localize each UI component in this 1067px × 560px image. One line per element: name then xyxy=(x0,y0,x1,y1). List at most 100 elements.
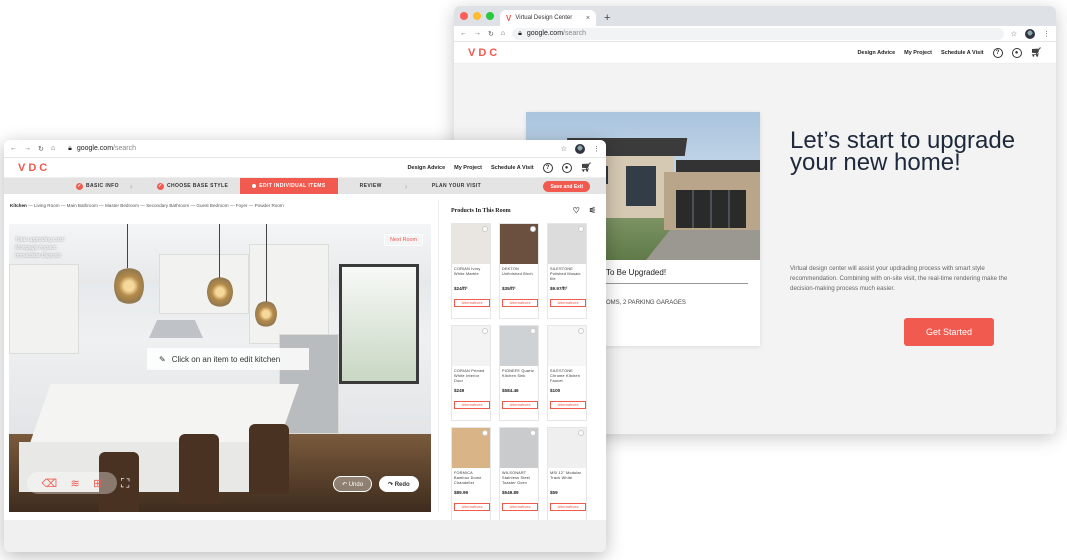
step-label: EDIT INDIVIDUAL ITEMS xyxy=(259,183,326,189)
product-price: $89.99 xyxy=(454,490,469,495)
brand-logo[interactable]: VDC xyxy=(468,47,500,59)
favorite-heart-icon[interactable] xyxy=(530,430,536,436)
product-card[interactable]: CORIAN Ivory White Marble $24/ft² Alternat… xyxy=(451,223,491,319)
window-footer xyxy=(4,520,606,552)
home-icon[interactable]: ⌂ xyxy=(501,30,505,37)
user-icon[interactable]: ● xyxy=(561,162,572,173)
back-arrow-icon[interactable]: ← xyxy=(460,30,467,37)
reload-icon[interactable]: ↻ xyxy=(488,30,494,38)
product-card[interactable]: SILESTONE Polished Mosaic tile $9.97/ft² A… xyxy=(547,223,587,319)
get-started-button[interactable]: Get Started xyxy=(904,318,994,346)
nav-my-project[interactable]: My Project xyxy=(904,50,932,56)
alternatives-button[interactable]: Alternatives xyxy=(454,400,490,409)
alternatives-button[interactable]: Alternatives xyxy=(454,298,490,307)
window-controls xyxy=(460,12,494,20)
redo-button[interactable]: ↷ Redo xyxy=(379,476,419,492)
close-window-button[interactable] xyxy=(460,12,468,20)
forward-arrow-icon[interactable]: → xyxy=(474,30,481,37)
nav-schedule-visit[interactable]: Schedule A Visit xyxy=(941,50,984,56)
alternatives-button[interactable]: Alternatives xyxy=(502,298,538,307)
nav-design-advice[interactable]: Design Advice xyxy=(857,50,895,56)
kebab-menu-icon[interactable]: ⋮ xyxy=(1043,30,1050,38)
next-room-button[interactable]: Next Room xyxy=(384,234,423,246)
edit-hint: ✎ Click on an item to edit kitchen xyxy=(147,348,309,370)
layers-icon[interactable]: ≋ xyxy=(71,477,80,490)
lock-icon: 🔒︎ xyxy=(68,144,72,152)
save-and-exit-button[interactable]: Save and Exit xyxy=(543,181,590,192)
kitchen-3d-viewer[interactable]: Total upgrading cost: Mortgage Impact: I… xyxy=(9,224,431,512)
product-card[interactable]: SILESTONE Chrome Kitchen Faucet $100 Alter… xyxy=(547,325,587,421)
step-review[interactable]: REVIEW › xyxy=(338,178,420,194)
alternatives-button[interactable]: Alternatives xyxy=(502,400,538,409)
cart-icon[interactable]: 🛒︎ xyxy=(1031,47,1042,58)
alternatives-button[interactable]: Alternatives xyxy=(550,298,586,307)
alternatives-button[interactable]: Alternatives xyxy=(454,502,490,511)
product-card[interactable]: WILSONART Stainless Steel Toaster Oven $5… xyxy=(499,427,539,523)
user-icon[interactable]: ● xyxy=(1011,47,1022,58)
favorites-heart-icon[interactable]: ♡ xyxy=(573,206,580,215)
bookmark-star-icon[interactable]: ☆ xyxy=(561,145,567,153)
product-card[interactable]: DEKTON Unfinished Birch $35/ft² Alternativ… xyxy=(499,223,539,319)
step-edit-individual-items[interactable]: EDIT INDIVIDUAL ITEMS xyxy=(240,178,338,194)
minimize-window-button[interactable] xyxy=(473,12,481,20)
favorite-heart-icon[interactable] xyxy=(482,226,488,232)
product-card[interactable]: FORMICA Bamboo Dome Chandelier $89.99 Alte… xyxy=(451,427,491,523)
breadcrumb-other-rooms[interactable]: — Living Room — Main Bathroom — Master B… xyxy=(27,203,284,208)
pendant-light[interactable] xyxy=(207,276,233,308)
step-choose-base-style[interactable]: ✓ CHOOSE BASE STYLE xyxy=(145,178,240,194)
filter-sliders-icon[interactable]: ⚟ xyxy=(589,206,596,215)
step-plan-visit[interactable]: PLAN YOUR VISIT xyxy=(420,178,493,194)
favorite-heart-icon[interactable] xyxy=(578,430,584,436)
undo-button[interactable]: ↶ Undo xyxy=(333,476,373,492)
alternatives-button[interactable]: Alternatives xyxy=(502,502,538,511)
product-name: DEKTON Unfinished Birch xyxy=(502,267,533,276)
new-tab-button[interactable]: + xyxy=(604,12,610,24)
pendant-light[interactable] xyxy=(255,300,277,328)
favorite-heart-icon[interactable] xyxy=(482,430,488,436)
home-icon[interactable]: ⌂ xyxy=(51,145,55,152)
edit-hint-text: Click on an item to edit kitchen xyxy=(171,354,281,364)
favorite-heart-icon[interactable] xyxy=(578,328,584,334)
favorite-heart-icon[interactable] xyxy=(482,328,488,334)
floorplan-icon[interactable]: ⊞ xyxy=(93,477,102,490)
step-basic-info[interactable]: ✓ BASIC INFO › xyxy=(64,178,145,194)
product-card[interactable]: PIONEFE Quartz Kitchen Sink $584.46 Altern… xyxy=(499,325,539,421)
profile-avatar[interactable] xyxy=(575,143,585,154)
help-icon[interactable]: ? xyxy=(542,162,553,173)
reload-icon[interactable]: ↻ xyxy=(38,145,44,153)
hero-description: Virtual design center will assist your u… xyxy=(790,265,1008,292)
material-tag-icon[interactable]: ⌫ xyxy=(42,477,58,490)
nav-schedule-visit[interactable]: Schedule A Visit xyxy=(491,165,534,171)
favorite-heart-icon[interactable] xyxy=(578,226,584,232)
view-toolbar: ⌫ ≋ ⊞ xyxy=(27,472,117,494)
fullscreen-icon[interactable]: ⛶ xyxy=(121,476,129,491)
browser-tab[interactable]: V Virtual Design Center × xyxy=(500,10,596,26)
kebab-menu-icon[interactable]: ⋮ xyxy=(593,145,600,153)
nav-design-advice[interactable]: Design Advice xyxy=(407,165,445,171)
forward-arrow-icon[interactable]: → xyxy=(24,145,31,152)
nav-my-project[interactable]: My Project xyxy=(454,165,482,171)
tab-close-icon[interactable]: × xyxy=(586,15,590,22)
pendant-light[interactable] xyxy=(114,266,144,306)
alternatives-button[interactable]: Alternatives xyxy=(550,502,586,511)
step-label: BASIC INFO xyxy=(86,183,119,189)
help-icon[interactable]: ? xyxy=(992,47,1003,58)
cart-icon[interactable]: 🛒︎ xyxy=(581,162,592,173)
favorite-heart-icon[interactable] xyxy=(530,328,536,334)
product-card[interactable]: CORIAN Primed White Interior Door $249 Alt… xyxy=(451,325,491,421)
brand-logo[interactable]: VDC xyxy=(18,162,50,174)
url-path: /search xyxy=(113,145,137,152)
alternatives-button[interactable]: Alternatives xyxy=(550,400,586,409)
favorite-heart-icon[interactable] xyxy=(530,226,536,232)
product-card[interactable]: MSI 12" Modular Track White $59 Alternativ… xyxy=(547,427,587,523)
url-host: google.com xyxy=(76,145,114,152)
bookmark-star-icon[interactable]: ☆ xyxy=(1011,30,1017,38)
back-arrow-icon[interactable]: ← xyxy=(10,145,17,152)
url-path: /search xyxy=(563,30,587,37)
url-field[interactable]: 🔒︎ google.com /search xyxy=(512,27,1004,40)
url-field[interactable]: 🔒︎ google.com /search xyxy=(62,142,554,155)
maximize-window-button[interactable] xyxy=(486,12,494,20)
profile-avatar[interactable] xyxy=(1025,28,1035,39)
products-panel-header: Products In This Room ♡ ⚟ xyxy=(451,206,596,215)
breadcrumb-current-room[interactable]: Kitchen xyxy=(10,203,27,208)
